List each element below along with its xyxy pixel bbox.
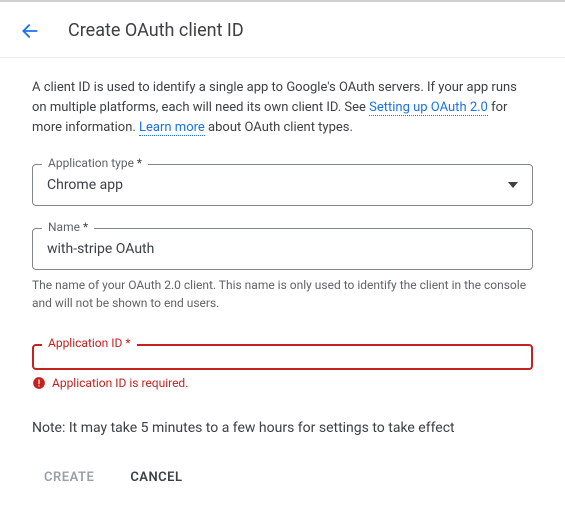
application-id-error-text: Application ID is required.: [52, 376, 188, 390]
page-header: Create OAuth client ID: [0, 2, 565, 58]
name-input[interactable]: with-stripe OAuth: [32, 228, 533, 270]
button-row: Create Cancel: [32, 464, 533, 491]
name-help-text: The name of your OAuth 2.0 client. This …: [32, 276, 533, 312]
name-label: Name *: [42, 220, 94, 234]
back-arrow-icon[interactable]: [20, 21, 40, 41]
note-text: Note: It may take 5 minutes to a few hou…: [32, 420, 533, 436]
intro-text: A client ID is used to identify a single…: [32, 78, 533, 138]
learn-more-link[interactable]: Learn more: [139, 120, 205, 136]
name-value: with-stripe OAuth: [47, 241, 154, 257]
chevron-down-icon: [508, 182, 518, 188]
application-type-label-text: Application type: [48, 156, 137, 170]
application-type-value: Chrome app: [47, 177, 123, 193]
application-id-error: Application ID is required.: [32, 376, 533, 390]
error-icon: [32, 376, 46, 390]
required-asterisk: *: [83, 220, 88, 234]
intro-part3: about OAuth client types.: [205, 120, 353, 135]
name-label-text: Name: [48, 220, 83, 234]
application-type-select[interactable]: Chrome app: [32, 164, 533, 206]
application-id-label: Application ID *: [42, 336, 137, 350]
setup-oauth-link[interactable]: Setting up OAuth 2.0: [369, 100, 488, 116]
required-asterisk: *: [125, 336, 130, 350]
main-content: A client ID is used to identify a single…: [0, 58, 565, 515]
application-id-label-text: Application ID: [48, 336, 125, 350]
create-button[interactable]: Create: [40, 464, 98, 491]
application-type-label: Application type *: [42, 156, 148, 170]
application-id-field: Application ID * Application ID is requi…: [32, 344, 533, 390]
name-field: Name * with-stripe OAuth The name of you…: [32, 228, 533, 312]
cancel-button[interactable]: Cancel: [126, 464, 186, 491]
required-asterisk: *: [137, 156, 142, 170]
page-title: Create OAuth client ID: [68, 20, 244, 41]
application-type-field: Application type * Chrome app: [32, 164, 533, 206]
